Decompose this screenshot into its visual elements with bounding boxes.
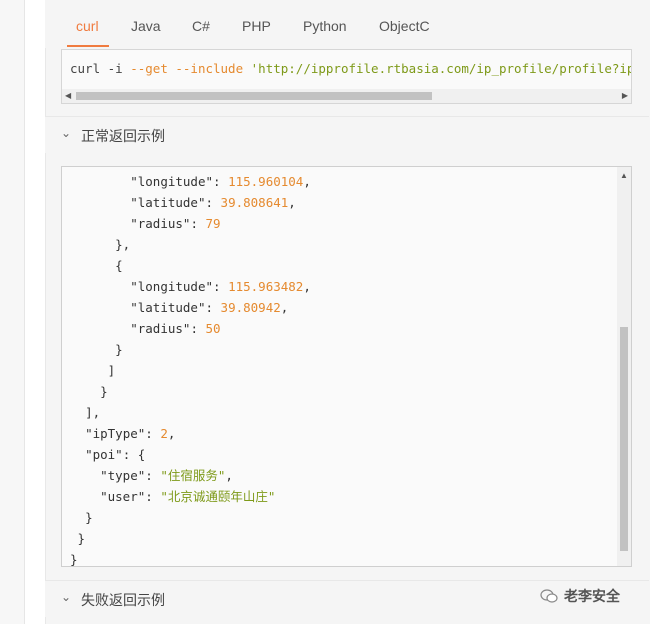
json-key: "latitude" bbox=[130, 300, 206, 315]
code-line: "type": "住宿服务", bbox=[100, 468, 233, 483]
code-line: "ipType": 2, bbox=[85, 426, 176, 441]
code-line: } bbox=[70, 552, 78, 567]
failure-response-title: 失败返回示例 bbox=[81, 592, 165, 608]
vertical-scrollbar-thumb[interactable] bbox=[620, 327, 628, 551]
json-key: "radius" bbox=[130, 321, 191, 336]
code-line: "latitude": 39.808641, bbox=[130, 195, 296, 210]
code-line: "radius": 79 bbox=[130, 216, 221, 231]
chevron-down-icon: ⌄ bbox=[61, 590, 72, 604]
curl-options: --get --include bbox=[130, 61, 251, 76]
scroll-left-icon[interactable]: ◀ bbox=[65, 91, 71, 100]
tab-csharp[interactable]: C# bbox=[192, 18, 210, 34]
normal-response-code-block[interactable]: "longitude": 115.960104, "latitude": 39.… bbox=[61, 166, 632, 567]
normal-response-header[interactable]: ⌄ 正常返回示例 bbox=[45, 116, 649, 153]
tab-java[interactable]: Java bbox=[131, 18, 161, 34]
code-line: { bbox=[115, 258, 123, 273]
curl-cmd: curl -i bbox=[70, 61, 131, 76]
code-line: } bbox=[85, 510, 93, 525]
json-value: "住宿服务" bbox=[160, 468, 226, 483]
json-key: "longitude" bbox=[130, 279, 214, 294]
code-line: "radius": 50 bbox=[130, 321, 221, 336]
code-line: "poi": { bbox=[85, 447, 146, 462]
json-value: 115.960104 bbox=[228, 174, 304, 189]
code-line: } bbox=[115, 342, 123, 357]
json-value: 50 bbox=[205, 321, 221, 336]
tab-python[interactable]: Python bbox=[303, 18, 347, 34]
tab-objectc[interactable]: ObjectC bbox=[379, 18, 430, 34]
normal-response-title: 正常返回示例 bbox=[81, 128, 165, 144]
json-value: "北京诚通颐年山庄" bbox=[160, 489, 276, 504]
json-key: "ipType" bbox=[85, 426, 146, 441]
code-line: "longitude": 115.963482, bbox=[130, 279, 311, 294]
json-value: 2 bbox=[160, 426, 168, 441]
scroll-up-icon[interactable]: ▲ bbox=[620, 171, 628, 180]
curl-url: 'http://ipprofile.rtbasia.com/ip_profile… bbox=[250, 61, 632, 76]
vertical-scrollbar[interactable]: ▲ bbox=[617, 167, 631, 566]
code-line: } bbox=[100, 384, 108, 399]
json-value: 39.80942 bbox=[220, 300, 281, 315]
json-key: "longitude" bbox=[130, 174, 214, 189]
tab-php[interactable]: PHP bbox=[242, 18, 271, 34]
watermark: 老李安全 bbox=[540, 586, 620, 606]
curl-command: curl -i --get --include 'http://ipprofil… bbox=[70, 61, 632, 76]
code-line: }, bbox=[115, 237, 131, 252]
code-line: ], bbox=[85, 405, 101, 420]
json-response: "longitude": 115.960104, "latitude": 39.… bbox=[70, 171, 311, 567]
code-line: "longitude": 115.960104, bbox=[130, 174, 311, 189]
left-gutter bbox=[0, 0, 25, 624]
tab-curl[interactable]: curl bbox=[76, 18, 99, 34]
json-key: "type" bbox=[100, 468, 146, 483]
scrollbar-thumb[interactable] bbox=[76, 92, 432, 100]
horizontal-scrollbar[interactable]: ◀ ▶ bbox=[62, 89, 631, 103]
json-key: "user" bbox=[100, 489, 146, 504]
json-value: 39.808641 bbox=[220, 195, 289, 210]
json-key: "poi" bbox=[85, 447, 123, 462]
code-line: "latitude": 39.80942, bbox=[130, 300, 289, 315]
language-tabs: curl Java C# PHP Python ObjectC bbox=[45, 0, 649, 48]
chevron-down-icon: ⌄ bbox=[61, 126, 72, 140]
curl-code-block[interactable]: curl -i --get --include 'http://ipprofil… bbox=[61, 49, 632, 104]
json-key: "radius" bbox=[130, 216, 191, 231]
scroll-right-icon[interactable]: ▶ bbox=[622, 91, 628, 100]
watermark-text: 老李安全 bbox=[564, 588, 620, 604]
code-line: } bbox=[77, 531, 86, 546]
json-key: "latitude" bbox=[130, 195, 206, 210]
json-value: 79 bbox=[205, 216, 221, 231]
json-value: 115.963482 bbox=[228, 279, 304, 294]
wechat-icon bbox=[540, 589, 558, 603]
active-tab-indicator bbox=[67, 45, 109, 47]
code-line: ] bbox=[107, 363, 116, 378]
code-line: "user": "北京诚通颐年山庄" bbox=[100, 489, 276, 504]
